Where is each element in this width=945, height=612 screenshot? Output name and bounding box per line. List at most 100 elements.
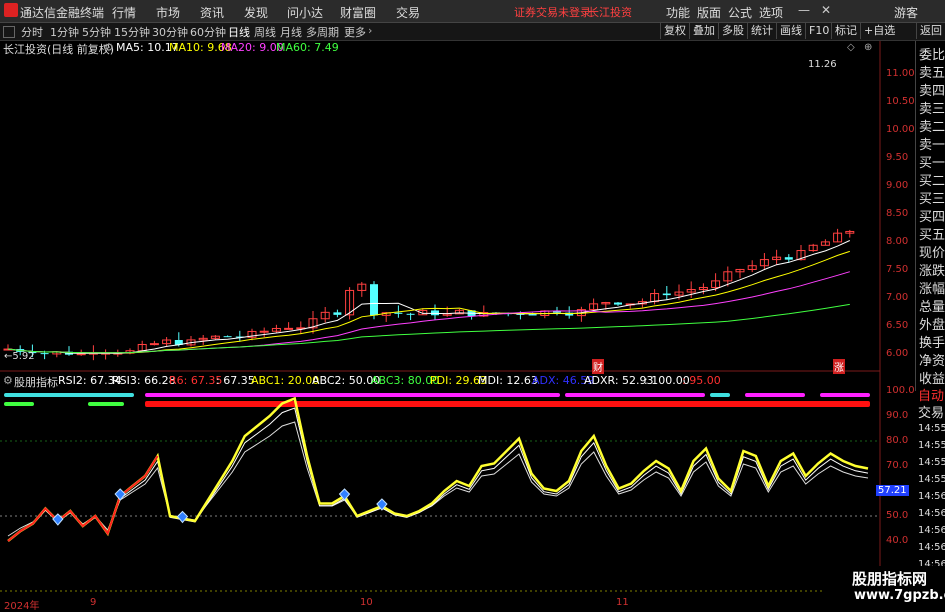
quote-price: 现价 — [919, 246, 945, 261]
ind-mdi: MDI: 12.63 — [478, 374, 538, 387]
quote-buy1: 买一 — [919, 156, 945, 171]
indicator-series — [0, 393, 880, 592]
quote-sell4: 卖四 — [919, 84, 945, 99]
biaoji-button[interactable]: 标记 — [831, 23, 860, 39]
period-60min[interactable]: 60分钟 — [190, 24, 226, 40]
ind-axis-100: 100.0 — [886, 385, 915, 396]
menu-item-shichang[interactable]: 市场 — [156, 4, 180, 21]
fuquan-button[interactable]: 复权 — [660, 23, 689, 39]
period-weekly[interactable]: 周线 — [254, 24, 276, 40]
menu-bar: 通达信金融终端 行情 市场 资讯 发现 问小达 财富圈 交易 证券交易未登录 长… — [0, 0, 945, 23]
app-logo-icon — [4, 3, 18, 17]
marker-cai[interactable]: 财 — [592, 359, 604, 374]
time-label-7: 14:56 — [918, 525, 945, 536]
close-icon[interactable]: ✕ — [817, 2, 835, 19]
ma-line-5 — [7, 240, 851, 355]
login-warning[interactable]: 证券交易未登录 — [514, 4, 591, 20]
period-monthly[interactable]: 月线 — [280, 24, 302, 40]
period-toolbar: 分时 1分钟 5分钟 15分钟 30分钟 60分钟 日线 周线 月线 多周期 更… — [0, 23, 945, 41]
period-fenshi[interactable]: 分时 — [21, 24, 43, 40]
trade-label[interactable]: 交易 — [918, 402, 944, 421]
ind-rsi3: RSI3: 66.28 — [112, 374, 176, 387]
diejia-button[interactable]: 叠加 — [689, 23, 718, 39]
ma-line-20 — [7, 271, 850, 354]
axis-label-8-5: 8.50 — [886, 208, 909, 219]
diamond-icon[interactable]: ◇ — [847, 42, 855, 53]
ma-lines — [7, 240, 851, 355]
time-label-3: 14:55 — [918, 457, 945, 468]
menu-item-gongshi[interactable]: 公式 — [728, 4, 752, 21]
quote-sell3: 卖三 — [919, 102, 945, 117]
period-more[interactable]: 更多 — [344, 24, 366, 40]
watermark: 股朋指标网 www.7gpzb.com — [822, 566, 945, 609]
ind-abc1: ABC1: 20.00 — [251, 374, 320, 387]
settings-gear-icon[interactable]: ⚙ — [3, 374, 13, 387]
menu-item-faxian[interactable]: 发现 — [244, 4, 268, 21]
zoom-icon[interactable]: ⊕ — [864, 42, 872, 53]
quote-weibi: 委比 — [919, 48, 945, 63]
date-oct: 10 — [360, 597, 373, 608]
quote-buy4: 买四 — [919, 210, 945, 225]
date-2024: 2024年 — [4, 601, 40, 612]
time-label-4: 14:55 — [918, 474, 945, 485]
period-30min[interactable]: 30分钟 — [152, 24, 188, 40]
layout-icon[interactable] — [3, 26, 15, 38]
date-sep: 9 — [90, 597, 97, 608]
user-label[interactable]: 游客 — [894, 4, 918, 21]
time-label-8: 14:56 — [918, 542, 945, 553]
ind-current-value: 57.21 — [876, 485, 909, 496]
add-watchlist-button[interactable]: +自选 — [860, 23, 898, 39]
signal-bar-magenta-4 — [820, 393, 870, 397]
candle-body — [370, 284, 378, 316]
menu-item-hangqing[interactable]: 行情 — [112, 4, 136, 21]
ind-axis-80: 80.0 — [886, 435, 909, 446]
menu-item-xuanxiang[interactable]: 选项 — [759, 4, 783, 21]
indicator-name[interactable]: 股朋指标 — [14, 374, 58, 390]
ind-95: : 95.00 — [682, 374, 721, 387]
ma-line-60 — [7, 303, 850, 354]
huaxian-button[interactable]: 画线 — [776, 23, 805, 39]
ind-axis-50: 50.0 — [886, 510, 909, 521]
candle-body — [614, 302, 622, 305]
date-nov: 11 — [616, 597, 629, 608]
axis-label-9-5: 9.50 — [886, 152, 909, 163]
period-daily[interactable]: 日线 — [228, 24, 250, 40]
minimize-icon[interactable]: — — [795, 2, 813, 19]
axis-label-6-5: 6.50 — [886, 320, 909, 331]
menu-item-banmian[interactable]: 版面 — [697, 4, 721, 21]
chart-canvas[interactable] — [0, 41, 915, 609]
candle-body — [284, 327, 294, 330]
candle-body — [259, 330, 269, 333]
time-label-2: 14:55 — [918, 440, 945, 451]
menu-item-zixun[interactable]: 资讯 — [200, 4, 224, 21]
candle-body — [431, 310, 439, 316]
menu-item-jiaoyi[interactable]: 交易 — [396, 4, 420, 21]
candle-body — [333, 312, 342, 315]
quote-outer: 外盘 — [919, 318, 945, 333]
period-1min[interactable]: 1分钟 — [50, 24, 79, 40]
chevron-right-icon[interactable]: › — [368, 24, 372, 37]
period-5min[interactable]: 5分钟 — [82, 24, 111, 40]
quote-panel: 委比 卖五 卖四 卖三 卖二 卖一 买一 买二 买三 买四 买五 现价 涨跌 涨… — [915, 41, 945, 391]
period-multi[interactable]: 多周期 — [306, 24, 339, 40]
f10-button[interactable]: F10 — [805, 23, 832, 39]
candle-body — [784, 257, 793, 260]
signal-bar-green-2 — [88, 402, 124, 406]
ind-axis-90: 90.0 — [886, 410, 909, 421]
rsi3-line — [7, 421, 869, 537]
menu-item-caifuquan[interactable]: 财富圈 — [340, 4, 376, 21]
signal-bar-red — [145, 401, 870, 407]
duogu-button[interactable]: 多股 — [718, 23, 747, 39]
diamond-signal-icon — [176, 510, 189, 524]
axis-label-9: 9.00 — [886, 180, 909, 191]
menu-item-gongneng[interactable]: 功能 — [666, 4, 690, 21]
tongji-button[interactable]: 统计 — [747, 23, 776, 39]
candle-body — [149, 343, 159, 346]
marker-zhang[interactable]: 涨 — [833, 359, 845, 374]
menu-item-wenxiaoda[interactable]: 问小达 — [287, 4, 323, 21]
period-15min[interactable]: 15分钟 — [114, 24, 150, 40]
signal-bar-magenta-3 — [745, 393, 805, 397]
back-button[interactable]: 返回 — [916, 23, 945, 39]
r6-line — [7, 455, 159, 542]
quote-buy2: 买二 — [919, 174, 945, 189]
